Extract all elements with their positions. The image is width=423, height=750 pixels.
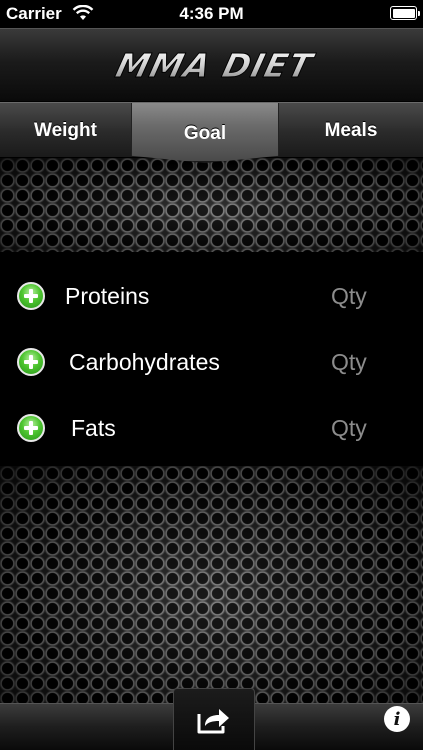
add-proteins-icon[interactable] xyxy=(17,282,45,310)
battery-icon xyxy=(390,6,420,20)
tab-goal[interactable]: Goal xyxy=(131,103,279,163)
app-logo: MMA DIET xyxy=(111,46,319,85)
list-item: Proteins Qty xyxy=(0,264,423,330)
add-carbohydrates-icon[interactable] xyxy=(17,348,45,376)
list-item: Carbohydrates Qty xyxy=(0,330,423,396)
nutrient-label: Fats xyxy=(71,415,116,441)
nutrient-label: Proteins xyxy=(65,283,150,309)
status-bar: Carrier 4:36 PM xyxy=(0,0,423,28)
share-button[interactable] xyxy=(173,688,255,750)
tab-weight[interactable]: Weight xyxy=(0,103,131,159)
nutrient-label: Carbohydrates xyxy=(69,349,220,375)
qty-field[interactable]: Qty xyxy=(331,415,367,442)
info-button[interactable]: i xyxy=(384,706,410,732)
add-fats-icon[interactable] xyxy=(17,414,45,442)
tab-bar: Weight Goal Meals xyxy=(0,102,423,163)
share-icon xyxy=(197,708,229,733)
tab-meals[interactable]: Meals xyxy=(279,103,423,159)
qty-field[interactable]: Qty xyxy=(331,349,367,376)
list-item: Fats Qty xyxy=(0,396,423,462)
status-time: 4:36 PM xyxy=(179,4,244,23)
logo-text: MMA DIET xyxy=(111,46,318,84)
nutrient-list: Proteins Qty Carbohydrates Qty Fats Qty xyxy=(0,252,423,466)
mesh-background-top xyxy=(0,158,423,252)
app-header: MMA DIET xyxy=(0,28,423,102)
mesh-background-bottom xyxy=(0,466,423,703)
qty-field[interactable]: Qty xyxy=(331,283,367,310)
info-icon: i xyxy=(393,708,401,730)
